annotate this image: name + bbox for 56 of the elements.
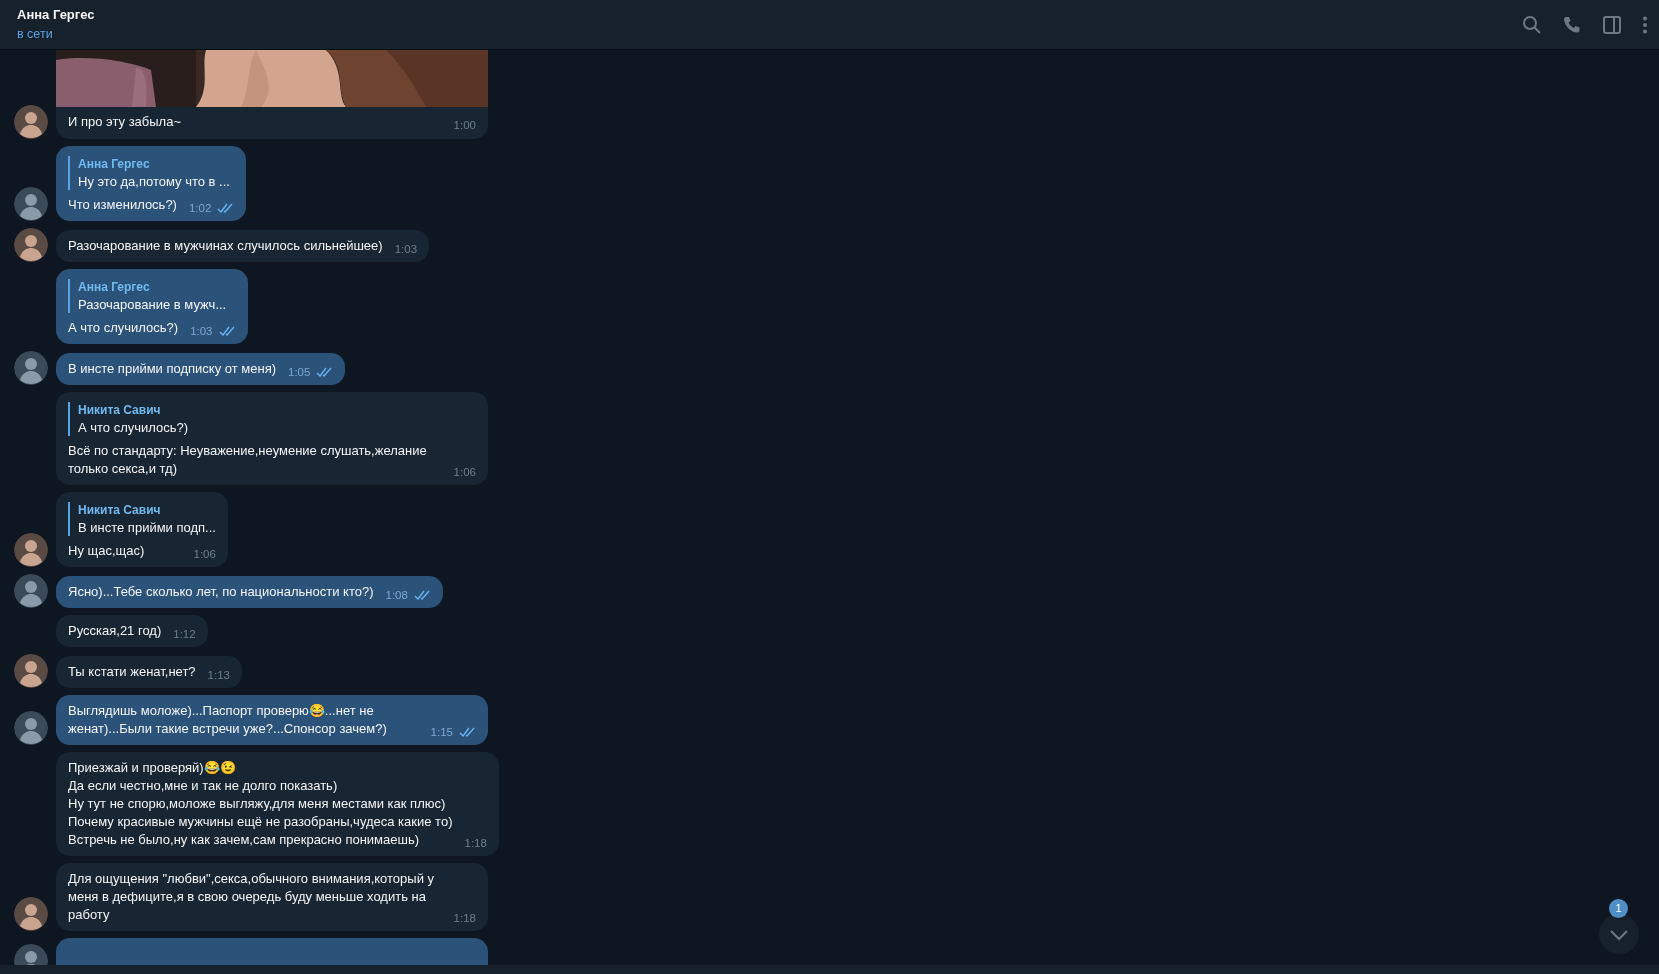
message-time: 1:13 [207, 667, 230, 683]
message-time: 1:00 [453, 117, 476, 133]
avatar[interactable] [14, 228, 48, 262]
message-text: Разочарование в мужчинах случилось сильнейшее) [68, 237, 383, 255]
avatar[interactable] [14, 897, 48, 931]
reply-quote[interactable]: Анна Гергес Разочарование в мужч... [68, 279, 236, 313]
avatar[interactable] [14, 711, 48, 745]
message-time: 1:15 [430, 724, 453, 740]
message-text: Приезжай и проверяй)😂😉 Да если честно,мне и так не долго показать) Ну тут не спорю,моложе выгляжу,для меня местами как плюс) Почему красивые мужчины ещё не разобраны,чудеса какие то) Встречь не было,ну как зачем,сам прекрасно понимаешь) [68, 759, 453, 849]
reply-text: В инсте прийми подп... [78, 519, 216, 536]
more-icon[interactable] [1642, 14, 1648, 35]
message-text: Ну щас,щас) [68, 542, 145, 560]
message-time: 1:03 [394, 241, 418, 257]
search-icon[interactable] [1522, 14, 1542, 35]
unread-badge: 1 [1609, 899, 1628, 918]
message-text: Для ощущения "любви",секса,обычного внимания,который у меня в дефиците,я в свою очередь буду меньше ходить на работу [68, 870, 435, 924]
message-time: 1:18 [464, 835, 487, 851]
reply-quote[interactable]: Никита Савич В инсте прийми подп... [68, 502, 216, 536]
sidebar-toggle-icon[interactable] [1602, 14, 1622, 35]
reply-author: Анна Гергес [78, 156, 151, 173]
reply-author: Никита Савич [78, 402, 162, 419]
message-text: Выглядишь моложе)...Паспорт проверю😂...нет не женат)...Были такие встречи уже?...Спонсор зачем?) [68, 702, 387, 738]
avatar[interactable] [14, 574, 48, 608]
message-text: В инсте прийми подписку от меня) [68, 360, 277, 378]
online-status: в сети [17, 25, 54, 43]
avatar[interactable] [14, 187, 48, 221]
message-text: Русская,21 год) [68, 622, 162, 640]
reply-quote[interactable]: Никита Савич А что случилось?) [68, 402, 476, 436]
reply-quote[interactable]: Анна Гергес Ну это да,потому что в ... [68, 156, 235, 190]
reply-author: Анна Гергес [78, 279, 151, 296]
message-time: 1:08 [385, 587, 408, 603]
message-text: Всё по стандарту: Неуважение,неумение слушать,желание только секса,и тд) [68, 442, 427, 478]
reply-author: Никита Савич [78, 502, 162, 519]
message-text: Ясно)...Тебе сколько лет, по национальности кто?) [68, 583, 374, 601]
message-text: И про эту забыла~ [68, 113, 181, 131]
message-time: 1:05 [288, 364, 311, 380]
scroll-down-button[interactable] [1599, 914, 1639, 954]
avatar[interactable] [14, 105, 48, 139]
message-text: Ты кстати женат,нет? [68, 663, 196, 681]
avatar[interactable] [14, 533, 48, 567]
chat-title: Анна Гергес [17, 6, 95, 25]
message-text: Что изменилось?) [68, 196, 177, 214]
reply-text: А что случилось?) [78, 419, 190, 436]
reply-text: Разочарование в мужч... [78, 296, 228, 313]
chevron-down-icon [1609, 928, 1629, 941]
reply-text: Ну это да,потому что в ... [78, 173, 231, 190]
phone-icon[interactable] [1562, 14, 1582, 35]
message-time: 1:06 [453, 464, 476, 480]
message-time: 1:06 [193, 546, 216, 562]
message-time: 1:03 [190, 323, 213, 339]
avatar[interactable] [14, 351, 48, 385]
message-time: 1:18 [453, 910, 476, 926]
message-time: 1:12 [173, 626, 196, 642]
message-time: 1:02 [188, 200, 212, 216]
message-text: А что случилось?) [68, 319, 179, 337]
avatar[interactable] [14, 654, 48, 688]
